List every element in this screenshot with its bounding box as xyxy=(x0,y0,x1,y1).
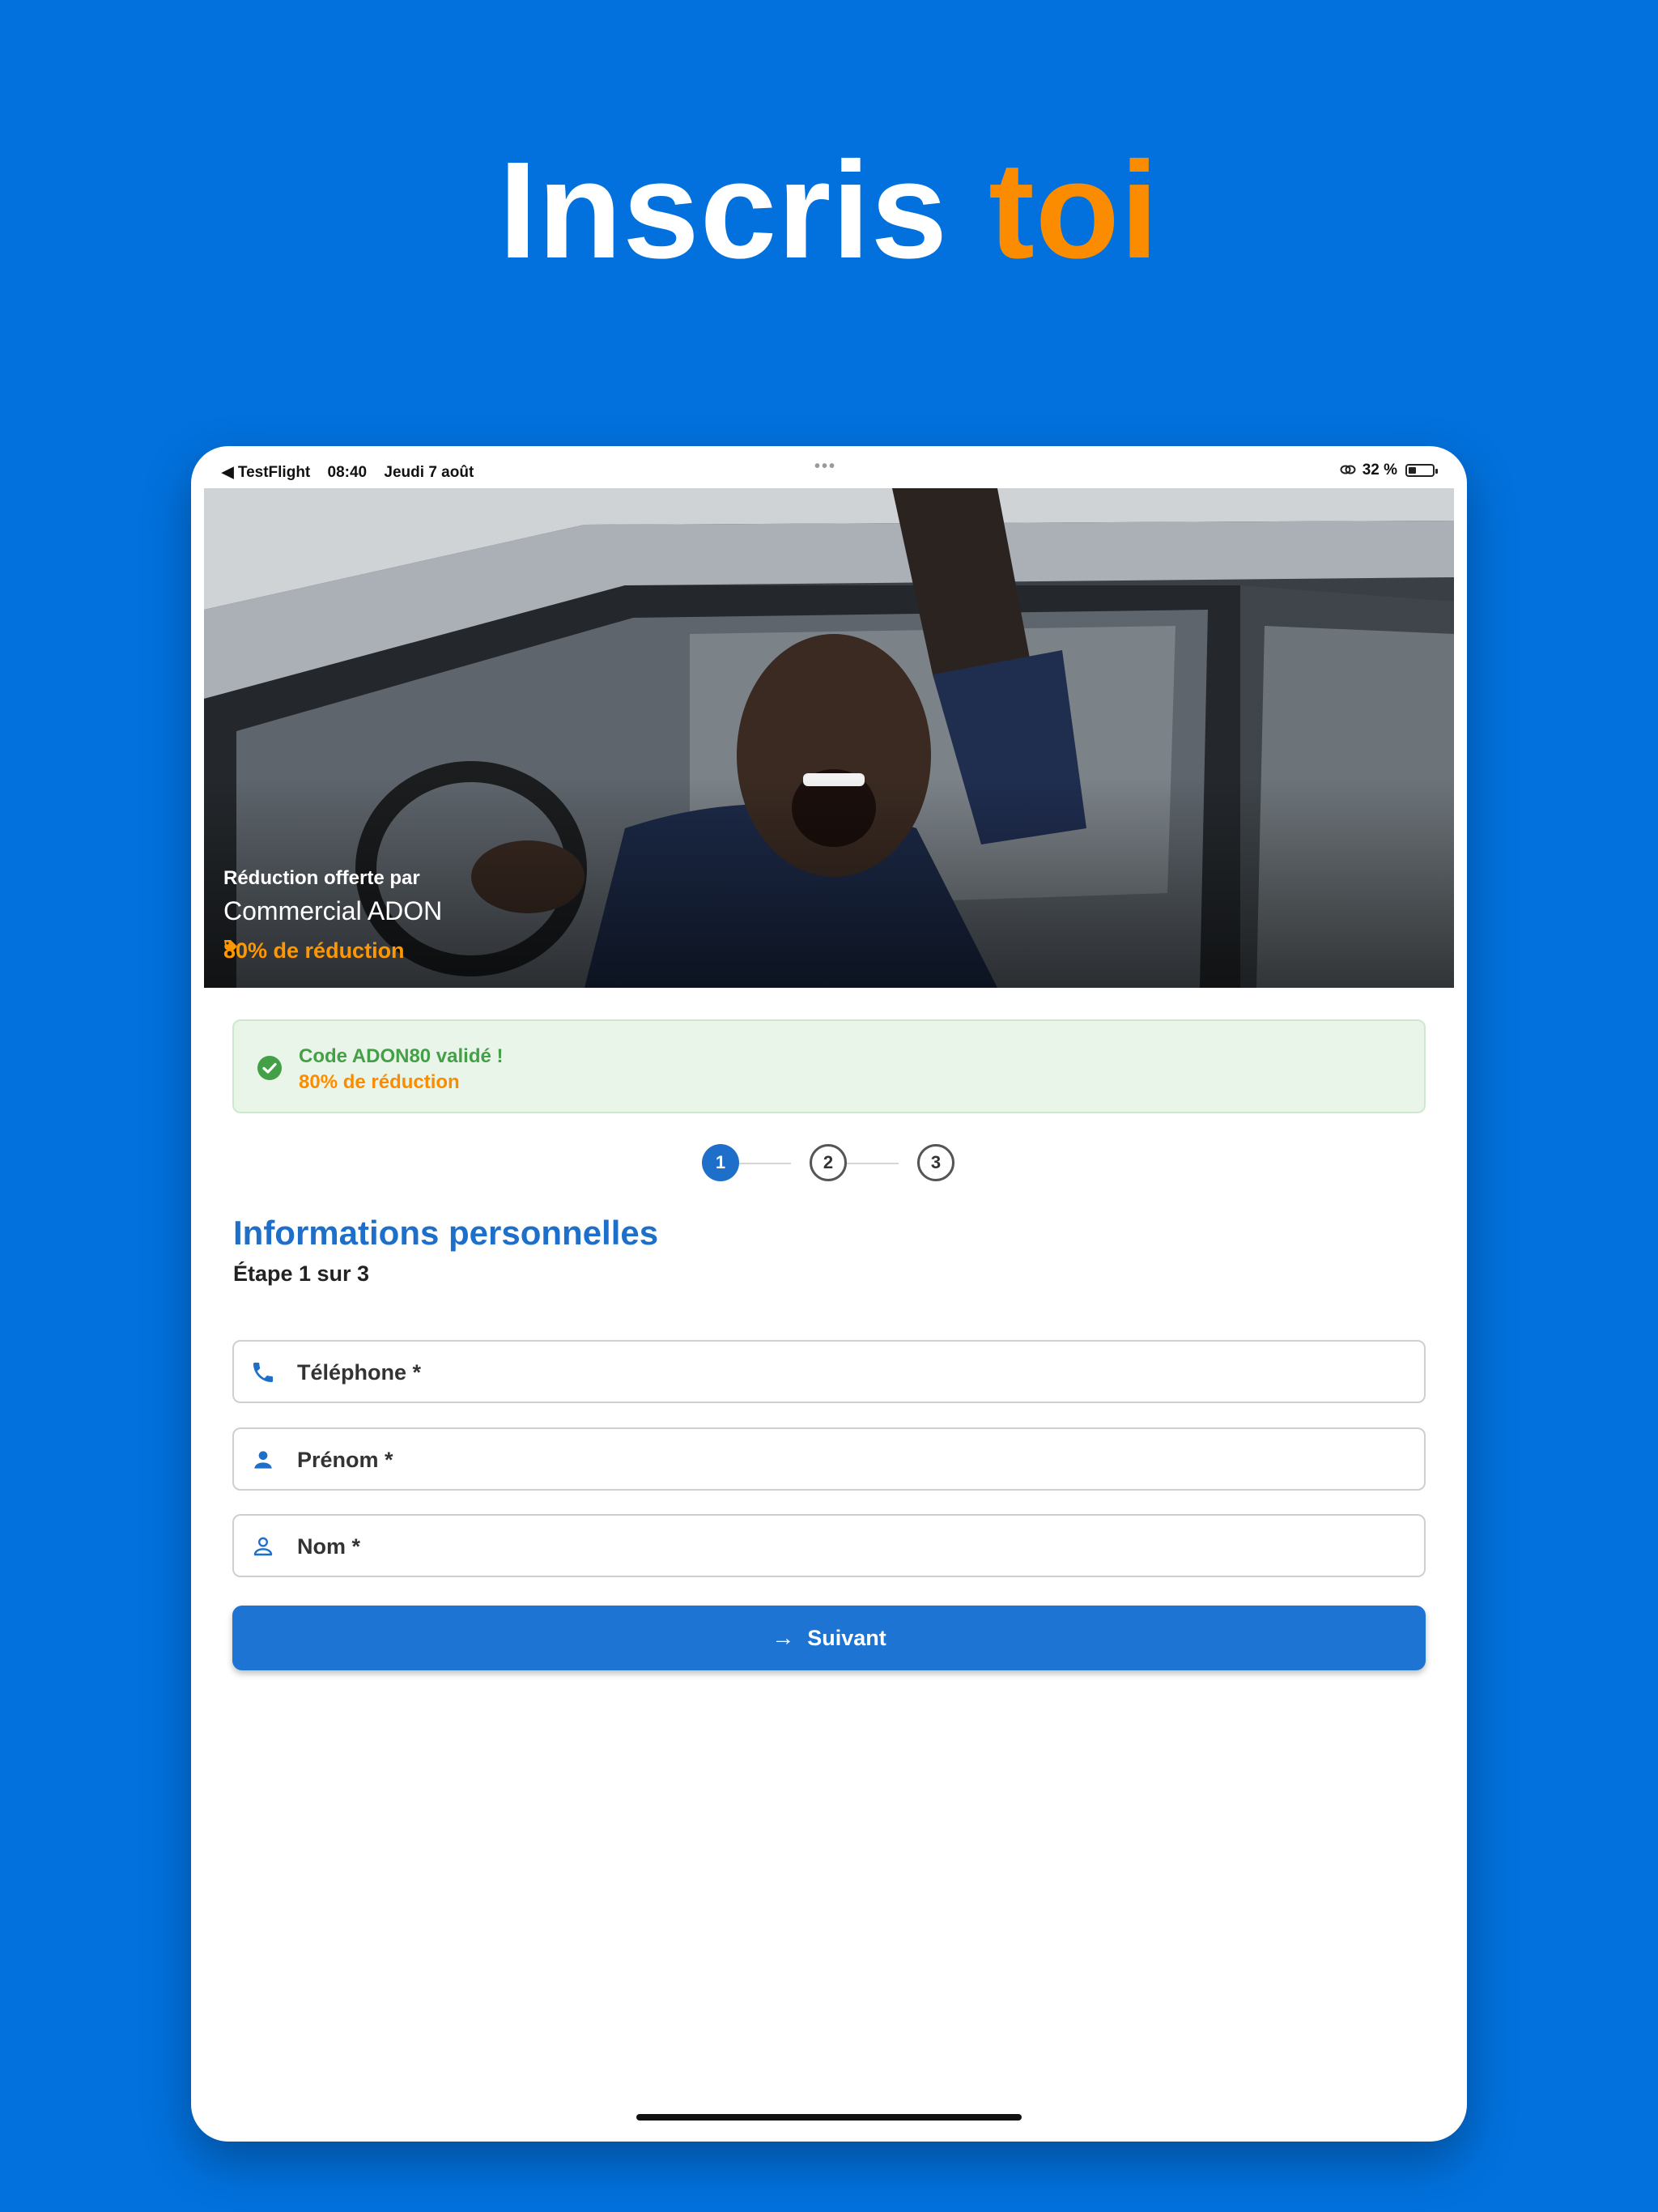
headline-text: Inscris xyxy=(499,134,949,287)
status-time: 08:40 xyxy=(327,464,368,481)
next-button-label: Suivant xyxy=(807,1625,886,1650)
step-3: 3 xyxy=(917,1144,954,1181)
hero-discount-text: 80% de réduction xyxy=(223,938,405,963)
first-name-field-label: Prénom * xyxy=(297,1448,393,1472)
battery-percent: 32 % xyxy=(1362,462,1397,479)
step-1: 1 xyxy=(702,1144,739,1181)
home-indicator[interactable] xyxy=(636,2114,1022,2121)
promo-discount: 80% de réduction xyxy=(299,1071,460,1093)
promo-code-status: Code ADON80 validé ! xyxy=(299,1045,504,1067)
headline: Inscris toi xyxy=(0,142,1658,279)
step-2: 2 xyxy=(810,1144,847,1181)
device-frame: ◀ TestFlight 08:40 Jeudi 7 août ••• 32 % xyxy=(191,446,1467,2142)
form-title: Informations personnelles xyxy=(233,1214,659,1252)
phone-field-label: Téléphone * xyxy=(297,1360,422,1385)
hero-subtitle: Réduction offerte par xyxy=(223,867,420,889)
arrow-right-icon: → xyxy=(772,1625,795,1650)
battery-icon xyxy=(1405,464,1438,477)
check-circle-icon xyxy=(257,1056,282,1080)
phone-field[interactable]: Téléphone * xyxy=(232,1340,1426,1403)
phone-icon xyxy=(253,1363,273,1382)
hero-banner: Réduction offerte par Commercial ADON 80… xyxy=(204,488,1454,988)
status-left: ◀ TestFlight 08:40 Jeudi 7 août xyxy=(222,463,487,482)
status-right: 32 % xyxy=(1340,462,1438,479)
last-name-field[interactable]: Nom * xyxy=(232,1514,1426,1577)
promo-code-banner: Code ADON80 validé ! 80% de réduction xyxy=(232,1019,1426,1113)
form-step-indicator: Étape 1 sur 3 xyxy=(233,1261,370,1286)
last-name-field-label: Nom * xyxy=(297,1534,361,1559)
status-date: Jeudi 7 août xyxy=(384,464,474,481)
tag-icon xyxy=(224,940,237,952)
link-icon xyxy=(1340,462,1356,479)
stepper: 1 2 3 xyxy=(191,1144,1467,1185)
hero-discount: 80% de réduction xyxy=(223,938,405,963)
back-to-testflight-link[interactable]: ◀ TestFlight xyxy=(222,464,310,481)
next-button[interactable]: → Suivant xyxy=(232,1606,1426,1670)
headline-accent: toi xyxy=(988,134,1159,287)
first-name-field[interactable]: Prénom * xyxy=(232,1427,1426,1491)
multitasking-dots-icon[interactable]: ••• xyxy=(814,457,836,476)
person-outline-icon xyxy=(253,1537,273,1556)
person-filled-icon xyxy=(254,1451,272,1469)
hero-title: Commercial ADON xyxy=(223,896,443,925)
status-bar: ◀ TestFlight 08:40 Jeudi 7 août ••• 32 % xyxy=(191,446,1467,488)
